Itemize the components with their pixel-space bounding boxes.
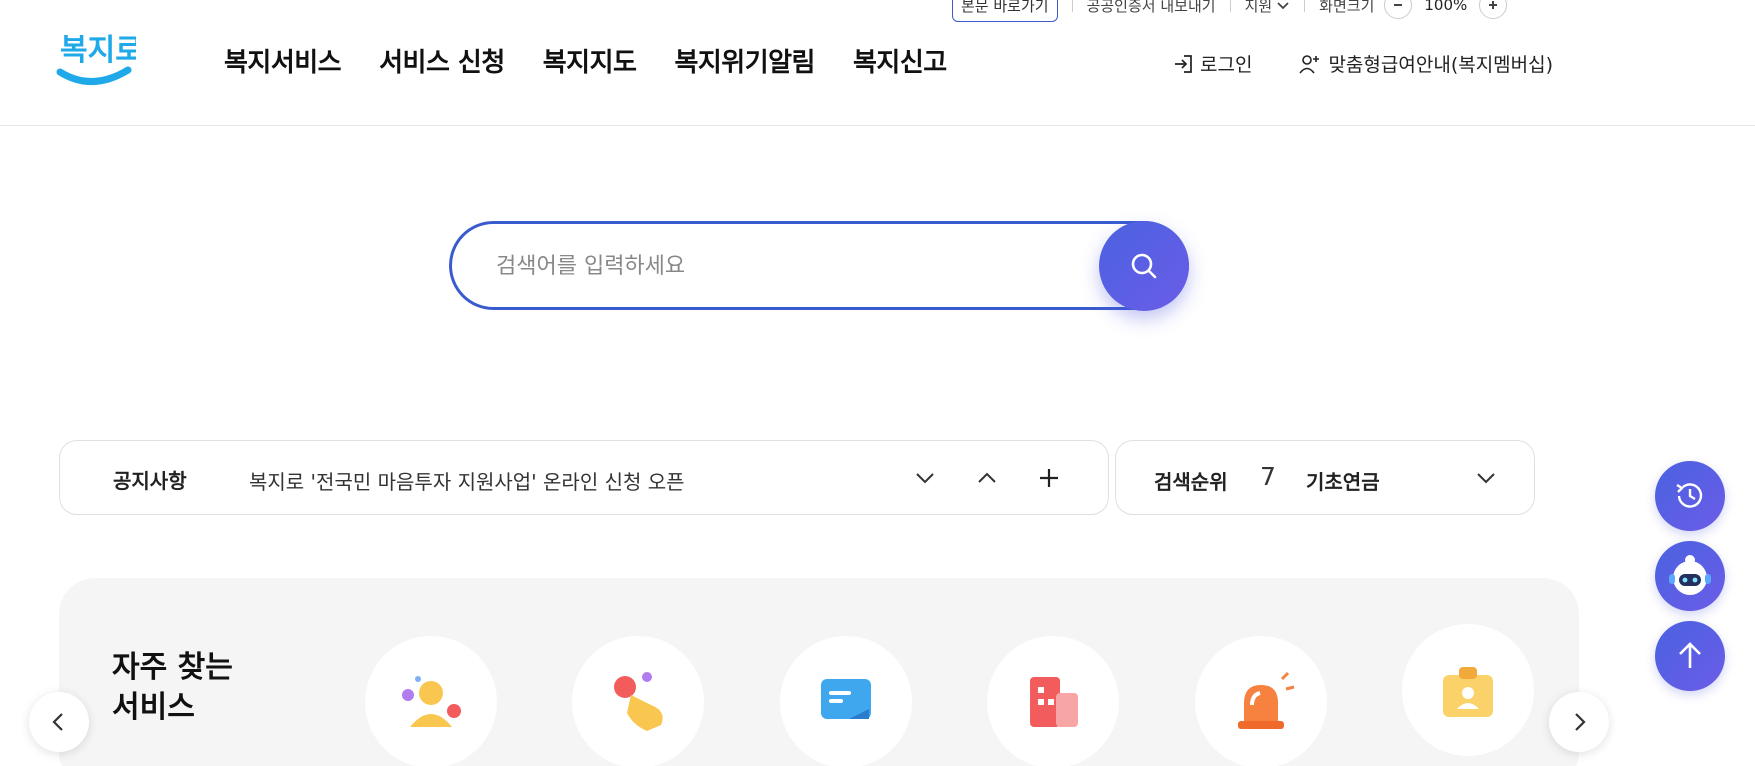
service-item[interactable] <box>780 636 912 766</box>
chatbot-button[interactable] <box>1655 541 1725 611</box>
title-line-2: 서비스 <box>112 690 195 725</box>
login-link[interactable]: 로그인 <box>1172 50 1252 77</box>
ranking-expand-button[interactable] <box>1471 463 1501 493</box>
carousel-prev-button[interactable] <box>29 692 89 752</box>
recent-history-button[interactable] <box>1655 461 1725 531</box>
service-item[interactable] <box>365 636 497 766</box>
chevron-up-icon <box>978 472 996 483</box>
svg-text:복지로: 복지로 <box>60 33 136 68</box>
site-header: 복지로 복지서비스 서비스 신청 복지지도 복지위기알림 복지신고 로그인 맞춤… <box>0 0 1755 126</box>
search-input[interactable] <box>496 244 1056 288</box>
plus-icon <box>1040 469 1058 487</box>
membership-label: 맞춤형급여안내(복지멤버십) <box>1328 54 1554 76</box>
service-item[interactable] <box>1402 624 1534 756</box>
nav-welfare-map[interactable]: 복지지도 <box>543 42 637 79</box>
notice-prev-button[interactable] <box>972 463 1002 493</box>
notice-more-button[interactable] <box>1034 463 1064 493</box>
hand-touch-icon <box>614 672 663 731</box>
user-plus-icon <box>1299 54 1320 74</box>
login-icon <box>1175 54 1192 73</box>
membership-link[interactable]: 맞춤형급여안내(복지멤버십) <box>1298 50 1553 77</box>
building-icon <box>1030 677 1078 727</box>
search-icon <box>1131 253 1157 279</box>
frequent-services: 자주 찾는 서비스 <box>59 578 1579 766</box>
nav-service-apply[interactable]: 서비스 신청 <box>379 42 505 79</box>
arrow-up-icon <box>1679 642 1701 668</box>
chat-card-icon <box>821 679 871 719</box>
nav-welfare-report[interactable]: 복지신고 <box>853 42 947 79</box>
main-nav: 복지서비스 서비스 신청 복지지도 복지위기알림 복지신고 <box>224 42 947 79</box>
ranking-number: 7 <box>1260 462 1276 491</box>
service-item[interactable] <box>987 636 1119 766</box>
bokjiro-logo-icon: 복지로 <box>56 33 143 85</box>
service-item[interactable] <box>1195 636 1327 766</box>
chevron-left-icon <box>52 713 63 731</box>
chevron-right-icon <box>1575 713 1586 731</box>
history-icon <box>1676 483 1703 508</box>
header-actions: 로그인 맞춤형급여안내(복지멤버십) <box>1172 50 1553 77</box>
siren-icon <box>1238 671 1295 729</box>
service-item[interactable] <box>572 636 704 766</box>
frequent-services-title: 자주 찾는 서비스 <box>112 648 233 728</box>
chatbot-icon <box>1669 555 1711 595</box>
scroll-top-button[interactable] <box>1655 621 1725 691</box>
chevron-down-icon <box>916 473 934 484</box>
search-ranking: 검색순위 7 기초연금 <box>1115 440 1535 515</box>
notice-bar: 공지사항 복지로 '전국민 마음투자 지원사업' 온라인 신청 오픈 <box>59 440 1109 515</box>
notice-label: 공지사항 <box>113 469 187 493</box>
nav-welfare-service[interactable]: 복지서비스 <box>224 42 342 79</box>
ranking-keyword[interactable]: 기초연금 <box>1306 466 1380 495</box>
notice-text[interactable]: 복지로 '전국민 마음투자 지원사업' 온라인 신청 오픈 <box>249 466 685 495</box>
nav-crisis-alert[interactable]: 복지위기알림 <box>674 42 815 79</box>
id-card-icon <box>1443 667 1493 717</box>
people-icon <box>402 676 461 727</box>
login-label: 로그인 <box>1200 54 1253 76</box>
search-box <box>449 221 1189 310</box>
ranking-label: 검색순위 <box>1154 470 1228 494</box>
notice-next-button[interactable] <box>910 463 940 493</box>
logo[interactable]: 복지로 <box>56 26 143 92</box>
title-line-1: 자주 찾는 <box>112 650 233 685</box>
search-button[interactable] <box>1099 221 1189 311</box>
carousel-next-button[interactable] <box>1549 692 1609 752</box>
chevron-down-icon <box>1477 473 1495 484</box>
